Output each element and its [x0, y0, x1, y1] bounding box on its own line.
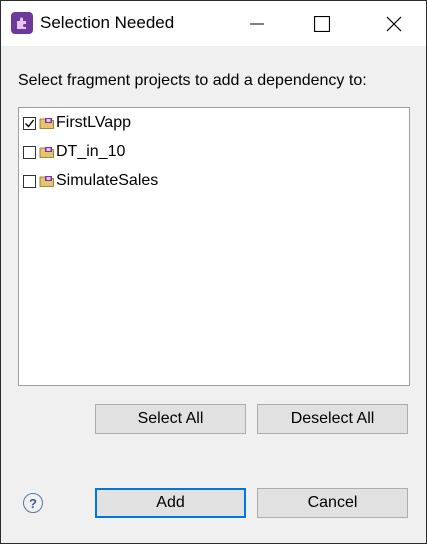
deselect-all-button[interactable]: Deselect All: [257, 404, 408, 434]
list-item-simulatesales[interactable]: SimulateSales: [23, 170, 158, 192]
project-checkbox-firstlvapp[interactable]: [23, 116, 36, 130]
maximize-icon: [314, 15, 330, 32]
close-button[interactable]: [371, 1, 417, 46]
project-checkbox-simulatesales[interactable]: [23, 174, 36, 188]
project-name: SimulateSales: [56, 172, 159, 189]
project-checkbox-dt-in-10[interactable]: [23, 145, 36, 159]
window-title: Selection Needed: [40, 13, 175, 32]
project-list[interactable]: FirstLVapp DT_in_10 SimulateSales: [18, 107, 410, 386]
select-all-button[interactable]: Select All: [95, 404, 246, 434]
list-item-firstlvapp[interactable]: FirstLVapp: [23, 112, 131, 134]
help-icon[interactable]: ?: [23, 493, 43, 513]
dialog-window: Selection Needed Select fragment project…: [0, 0, 427, 544]
list-item-dt-in-10[interactable]: DT_in_10: [23, 141, 125, 163]
add-button[interactable]: Add: [95, 488, 246, 518]
cancel-button[interactable]: Cancel: [257, 488, 408, 518]
project-folder-icon: [39, 147, 54, 158]
maximize-button[interactable]: [299, 1, 345, 46]
project-folder-icon: [39, 176, 54, 187]
project-name: FirstLVapp: [56, 114, 131, 131]
close-icon: [386, 16, 402, 31]
title-bar[interactable]: Selection Needed: [1, 1, 426, 46]
project-name: DT_in_10: [56, 143, 126, 160]
minimize-button[interactable]: [234, 1, 280, 46]
eclipse-puzzle-icon: [11, 12, 33, 34]
minimize-icon: [250, 23, 264, 24]
instruction-label: Select fragment projects to add a depend…: [18, 72, 367, 89]
project-folder-icon: [39, 118, 54, 129]
checkmark-icon: [25, 119, 35, 128]
